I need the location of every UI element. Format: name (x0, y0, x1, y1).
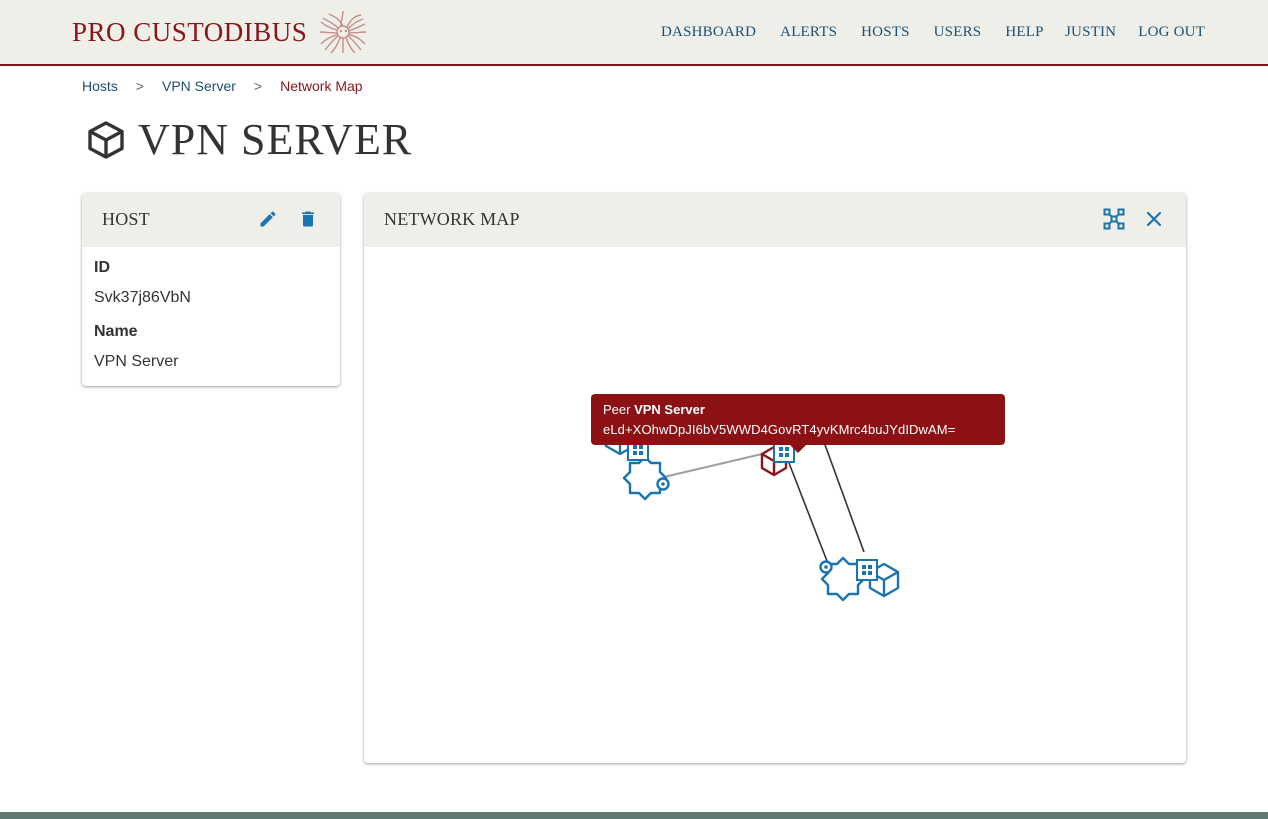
nav-users[interactable]: USERS (934, 24, 982, 41)
graph-edge (663, 453, 763, 478)
host-card-header: HOST (82, 193, 340, 247)
field-value-name: VPN Server (94, 353, 179, 370)
page-title: VPN SERVER (85, 112, 412, 168)
cube-icon (88, 121, 124, 159)
nav-user-profile[interactable]: JUSTIN (1065, 24, 1116, 41)
network-map-canvas[interactable]: Peer VPN Server eLd+XOhwDpJI6bV5WWD4GovR… (364, 247, 1186, 763)
top-bar: PRO CUSTODIBUS DASHBOARD ALERTS HOSTS US… (0, 0, 1268, 66)
close-map-button[interactable] (1141, 206, 1167, 232)
peer-tooltip: Peer VPN Server eLd+XOhwDpJI6bV5WWD4GovR… (591, 394, 1005, 453)
close-icon (1146, 211, 1162, 227)
nav-log-out[interactable]: LOG OUT (1138, 24, 1205, 41)
field-label-id: ID (94, 259, 110, 276)
fit-network-icon (1103, 208, 1125, 230)
tooltip-public-key: eLd+XOhwDpJI6bV5WWD4GovRT4yvKMrc4buJYdID… (603, 422, 956, 437)
nav-help[interactable]: HELP (1005, 24, 1043, 41)
nav-dashboard[interactable]: DASHBOARD (661, 24, 756, 41)
field-label-name: Name (94, 323, 138, 340)
host-card-title: HOST (102, 209, 150, 229)
brand-name: PRO CUSTODIBUS (72, 17, 308, 47)
network-map-card: NETWORK MAP Peer VPN Server eLd+XOhwDpJI… (364, 193, 1186, 763)
breadcrumb: Hosts > VPN Server > Network Map (82, 78, 363, 94)
graph-edge (788, 462, 828, 562)
breadcrumb-separator: > (253, 78, 263, 94)
user-nav: JUSTIN LOG OUT (1065, 0, 1227, 64)
chip-icon (856, 559, 878, 581)
page-title-text: VPN SERVER (138, 115, 413, 164)
tooltip-title-line: Peer VPN Server (603, 400, 993, 420)
host-card-body: ID Svk37j86VbN Name VPN Server (82, 247, 340, 386)
main-nav: DASHBOARD ALERTS HOSTS USERS HELP (661, 0, 1068, 64)
peer-node-right[interactable] (819, 556, 900, 602)
nav-hosts[interactable]: HOSTS (861, 24, 910, 41)
endpoint-dot-center (824, 565, 828, 569)
edit-button[interactable] (255, 206, 281, 232)
fit-map-button[interactable] (1101, 206, 1127, 232)
tooltip-arrow (790, 445, 806, 453)
breadcrumb-separator: > (135, 78, 144, 94)
breadcrumb-vpn-server[interactable]: VPN Server (162, 78, 236, 94)
network-map-header: NETWORK MAP (364, 193, 1186, 247)
nav-alerts[interactable]: ALERTS (780, 24, 837, 41)
field-value-id: Svk37j86VbN (94, 289, 191, 306)
network-map-title: NETWORK MAP (384, 209, 520, 229)
graph-edge (819, 430, 865, 553)
brand[interactable]: PRO CUSTODIBUS (72, 10, 367, 54)
gear-icon (622, 455, 668, 501)
breadcrumb-hosts[interactable]: Hosts (82, 78, 118, 94)
breadcrumb-network-map: Network Map (280, 78, 363, 94)
tooltip-peer-name: VPN Server (634, 402, 705, 417)
delete-button[interactable] (295, 206, 321, 232)
network-graph (604, 404, 900, 602)
brand-logo-icon (320, 10, 367, 54)
pencil-icon (260, 211, 276, 227)
trash-icon (302, 211, 314, 227)
host-card: HOST ID Svk37j86VbN Name VPN Server (82, 193, 340, 386)
endpoint-dot-center (661, 482, 665, 486)
tooltip-prefix: Peer (603, 402, 631, 417)
footer-bar (0, 812, 1268, 819)
